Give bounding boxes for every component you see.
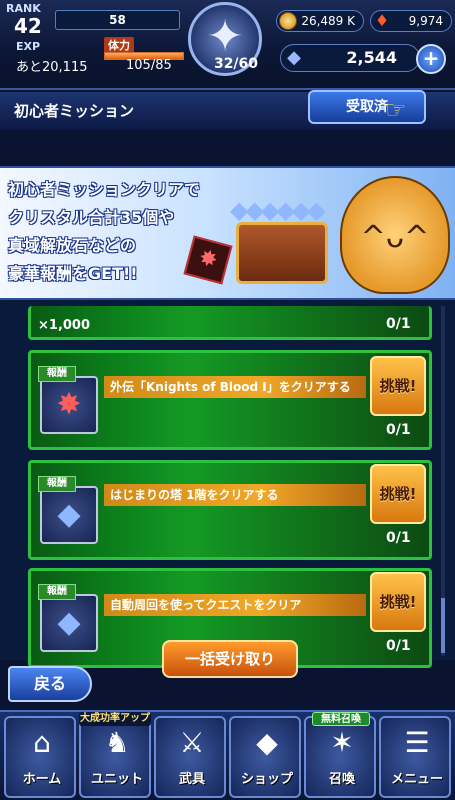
banner-line-3: 真域解放石などの xyxy=(8,236,137,255)
home-icon: ⌂ xyxy=(33,726,51,759)
reward-tag: 報酬 xyxy=(38,366,76,382)
book-icon: ☰ xyxy=(404,726,430,759)
crystal-icon: ◆ xyxy=(57,605,81,640)
mission-progress: 0/1 xyxy=(386,316,411,332)
nav-menu[interactable]: ☰ メニュー xyxy=(379,716,451,798)
nav-summon[interactable]: ✶ 召喚 xyxy=(304,716,376,798)
reward-frame: ◆ xyxy=(40,594,98,652)
nav-equipment[interactable]: ⚔ 武具 xyxy=(154,716,226,798)
nav-label: 武具 xyxy=(178,772,205,787)
reward-frame: ◆ xyxy=(40,486,98,544)
scrollbar-thumb[interactable] xyxy=(441,598,445,653)
nav-badge: 大成功率アップ xyxy=(79,712,151,726)
medal-icon: ♦ xyxy=(374,11,390,30)
bulk-receive-button[interactable]: 一括受け取り xyxy=(162,640,298,678)
mission-description: はじまりの塔 1階をクリアする xyxy=(104,484,366,506)
pointing-hand-icon: ☞ xyxy=(385,96,407,124)
exp-remaining: あと20,115 xyxy=(16,60,88,75)
banner-line-4: 豪華報酬をGET!! xyxy=(8,264,138,283)
mission-progress: 0/1 xyxy=(386,422,411,438)
rank-value: 42 xyxy=(14,14,42,38)
mascot-face-icon: ^ᴗ^ xyxy=(360,220,430,255)
stamina-label: 体力 xyxy=(104,37,134,53)
page-title: 初心者ミッション xyxy=(14,102,135,120)
exp-label: EXP xyxy=(16,40,41,53)
back-button[interactable]: 戻る xyxy=(8,666,92,702)
challenge-button[interactable]: 挑戦! xyxy=(370,464,426,524)
mission-description: 外伝「Knights of Blood Ⅰ」をクリアする xyxy=(104,376,366,398)
challenge-button[interactable]: 挑戦! xyxy=(370,572,426,632)
nav-label: ホーム xyxy=(22,772,62,787)
nav-label: 召喚 xyxy=(328,772,355,787)
challenge-button[interactable]: 挑戦! xyxy=(370,356,426,416)
nav-home[interactable]: ⌂ ホーム xyxy=(4,716,76,798)
crystal-icon: ◆ xyxy=(287,47,301,68)
reward-quantity: ×1,000 xyxy=(38,318,91,333)
red-stone-icon: ✸ xyxy=(56,387,82,422)
mission-description: 自動周回を使ってクエストをクリア xyxy=(104,594,366,616)
banner-line-2: クリスタル合計35個や xyxy=(8,208,175,227)
nav-label: ユニット xyxy=(90,772,143,787)
reward-frame: ✸ xyxy=(40,376,98,434)
reward-tag: 報酬 xyxy=(38,584,76,600)
nav-unit[interactable]: ♞ ユニット xyxy=(79,716,151,798)
gold-coin-icon xyxy=(279,12,297,30)
stamina-value: 105/85 xyxy=(126,58,172,73)
exp-bar: 58 xyxy=(55,10,180,30)
star-emblem-icon: ✦ xyxy=(206,11,244,62)
reward-tag: 報酬 xyxy=(38,476,76,492)
nav-label: メニュー xyxy=(390,772,443,787)
stamina-counter: 32/60 xyxy=(213,56,259,72)
shop-icon: ◆ xyxy=(256,726,278,759)
nav-badge: 無料召喚 xyxy=(312,712,370,726)
nav-shop[interactable]: ◆ ショップ xyxy=(229,716,301,798)
crystal-icon: ◆ xyxy=(57,497,81,532)
nav-label: ショップ xyxy=(240,772,293,787)
banner-line-1: 初心者ミッションクリアで xyxy=(8,180,201,199)
sword-icon: ⚔ xyxy=(179,726,205,759)
treasure-chest-icon xyxy=(236,222,328,284)
mission-progress: 0/1 xyxy=(386,638,411,654)
add-crystal-button[interactable]: + xyxy=(416,44,446,74)
mission-progress: 0/1 xyxy=(386,530,411,546)
